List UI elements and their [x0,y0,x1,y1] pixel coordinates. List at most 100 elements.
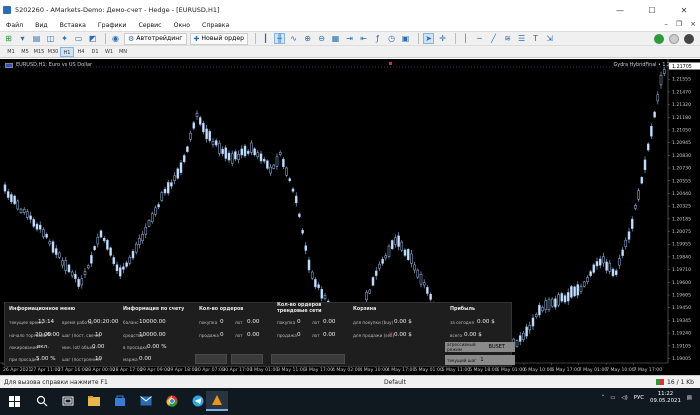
crosshair-icon[interactable]: ✛ [437,33,448,44]
grid-empty-box [271,354,345,364]
timeframe-m15[interactable]: M15 [32,47,46,57]
menu-view[interactable]: Вид [29,22,54,29]
menu-file[interactable]: Файл [0,22,29,29]
autotrading-button[interactable]: ⚙ Автотрейдинг [124,32,187,45]
zoom-in-icon[interactable]: ⊕ [302,33,313,44]
end-time-value: 6:00 [47,332,60,338]
fibonacci-icon[interactable]: ☰ [516,33,527,44]
chrome-icon[interactable] [162,391,182,411]
task-view-icon[interactable] [58,391,78,411]
tile-windows-icon[interactable]: ▦ [330,33,341,44]
time-axis-label: 6 May 01:00 [497,367,526,373]
trendline-icon[interactable]: ╱ [488,33,499,44]
explorer-icon[interactable] [84,391,104,411]
candlestick-icon[interactable]: ╫ [274,33,286,44]
connection-icon [656,379,665,385]
network-icon[interactable]: ▭ [610,395,615,401]
price-axis-label: 1.21555 [672,77,691,83]
price-axis-label: 1.19005 [672,356,691,362]
metatrader-taskbar-button[interactable] [206,391,228,411]
indicator-label: Gydra HybridFinal • 1.2 [613,63,670,68]
arrows-icon[interactable]: ⇲ [544,33,555,44]
line-chart-icon[interactable]: ∿ [288,33,299,44]
status-gray-icon[interactable] [669,34,679,44]
bar-chart-icon[interactable]: ┃ [260,33,271,44]
mdi-restore-icon[interactable]: ❐ [676,20,682,28]
timeframe-h1[interactable]: H1 [60,46,74,57]
status-dark-icon[interactable] [684,34,694,44]
metaeditor-icon[interactable]: ◉ [110,33,121,44]
language-indicator[interactable]: РУС [634,395,644,401]
timeframe-m30[interactable]: M30 [46,47,60,57]
cursor-icon[interactable]: ➤ [423,33,435,44]
time-axis-label: 30 Apr 17:00 [222,367,252,373]
tester-icon[interactable]: ◩ [87,33,98,44]
app-window: 5202260 - AMarkets-Demo: Демо-счет - Hed… [0,0,700,415]
search-icon[interactable] [32,391,52,411]
terminal-icon[interactable]: ▭ [73,33,84,44]
current-step-value: 1 [480,357,484,363]
price-axis-label: 1.19450 [672,305,691,311]
price-axis-label: 1.21470 [672,89,691,95]
time-axis-label: 5 May 18:00 [469,367,498,373]
timeframe-mn[interactable]: MN [116,47,130,57]
indicators-icon[interactable]: ƒ [372,33,383,44]
market-watch-icon[interactable]: ▤ [31,33,42,44]
status-green-icon[interactable] [654,34,664,44]
price-axis-label: 1.19605 [672,293,691,299]
maximize-button[interactable]: ☐ [636,0,668,20]
basket-title: Корзина [353,307,377,312]
aggressive-mode-button[interactable]: агрессивный режим BUSET [445,342,515,352]
chart-header: EURUSD,H1: Euro vs US Dollar [5,62,92,68]
auto-scroll-icon[interactable]: ⇥ [344,33,355,44]
new-order-button[interactable]: ✚ Новый ордер [189,32,249,45]
tray-chevron-icon[interactable]: ˄ [602,395,605,401]
zoom-out-icon[interactable]: ⊖ [316,33,327,44]
connection-status[interactable]: 16 / 1 Kb [656,379,694,386]
close-button[interactable]: ✕ [668,0,700,20]
text-icon[interactable]: T [530,33,541,44]
price-axis-label: 1.20945 [672,140,691,146]
mdi-minimize-icon[interactable]: – [664,20,668,28]
grid-buy-label: покупка [277,320,296,325]
clock[interactable]: 11:22 09.05.2021 [650,391,681,405]
volume-icon[interactable]: ◁) [621,395,627,401]
profit-today-label: за сегодня [450,320,474,325]
data-window-icon[interactable]: ◫ [45,33,56,44]
menu-insert[interactable]: Вставка [54,22,92,29]
notifications-icon[interactable]: ▤ [687,395,692,401]
menu-tools[interactable]: Сервис [132,22,167,29]
close-sell-icon[interactable]: ✕ [388,331,393,338]
profiles-icon[interactable]: ▾ [17,33,28,44]
menu-charts[interactable]: Графики [92,22,133,29]
price-axis-label: 1.20325 [672,204,691,210]
periods-icon[interactable]: ◷ [386,33,397,44]
menu-window[interactable]: Окно [168,22,196,29]
chart-shift-icon[interactable]: ⇤ [358,33,369,44]
store-icon[interactable] [110,391,130,411]
mail-icon[interactable] [136,391,156,411]
new-chart-icon[interactable]: ⊞ [3,33,14,44]
minimize-button[interactable]: — [604,0,636,20]
equidistant-channel-icon[interactable]: ≋ [502,33,513,44]
timeframe-m5[interactable]: M5 [18,47,32,57]
timeframe-w1[interactable]: W1 [102,47,116,57]
price-axis-label: 1.19600 [672,280,691,286]
timeframe-h4[interactable]: H4 [74,47,88,57]
orders-sell-lot-label: лот [235,333,243,338]
timeframe-d1[interactable]: D1 [88,47,102,57]
price-chart[interactable]: 1.21705 1.21555 1.21470 1.21320 1.21180 1.210… [0,59,700,375]
mdi-close-icon[interactable]: × [690,20,696,28]
timeframe-m1[interactable]: M1 [4,47,18,57]
grid-sell-lot-value: 0.00 [323,332,336,338]
vertical-line-icon[interactable]: │ [460,33,471,44]
navigator-icon[interactable]: ✦ [59,33,70,44]
price-axis-label: 1.20440 [672,191,691,197]
start-button[interactable] [4,391,24,411]
clock-date: 09.05.2021 [650,398,681,404]
menu-help[interactable]: Справка [196,22,235,29]
horizontal-line-icon[interactable]: ─ [474,33,485,44]
current-step-button[interactable]: текущий шаг 1 [445,355,515,365]
telegram-icon[interactable] [188,391,208,411]
templates-icon[interactable]: ▣ [400,33,411,44]
